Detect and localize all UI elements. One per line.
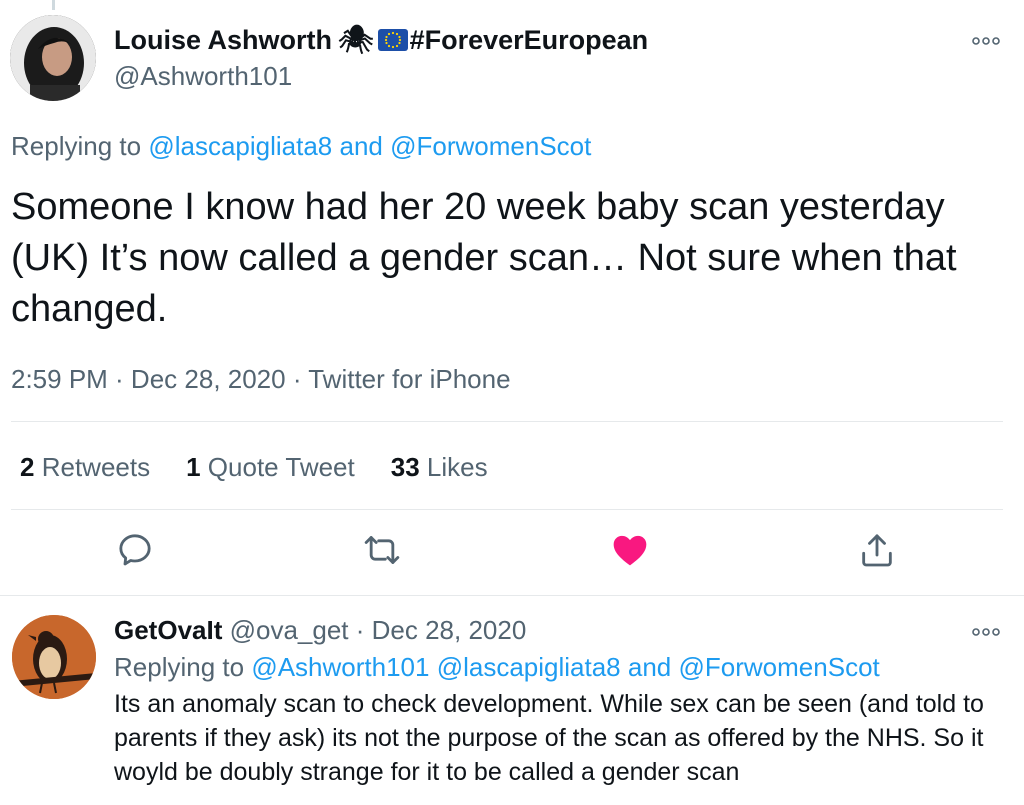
more-options-icon[interactable] [972, 625, 1000, 641]
avatar[interactable] [12, 615, 96, 699]
name-suffix: #ForeverEuropean [409, 25, 649, 55]
replying-and: and [339, 131, 383, 161]
likes-count: 33 [390, 452, 420, 482]
likes-label: Likes [426, 452, 488, 482]
quote-tweets-stat[interactable]: 1 Quote Tweet [186, 450, 355, 484]
divider [0, 595, 1024, 596]
replying-to-line: Replying to @Ashworth101 @lascapigliata8… [114, 650, 880, 684]
reply-tweet[interactable]: GetOvaIt @ova_get · Dec 28, 2020 Replyin… [0, 597, 1024, 805]
eu-flag-icon [377, 29, 408, 51]
like-icon[interactable] [610, 530, 650, 570]
reply-text: Its an anomaly scan to check development… [114, 690, 984, 786]
author-name-line[interactable]: Louise Ashworth 🕷 #ForeverEuropean [114, 22, 648, 58]
mention-link[interactable]: @lascapigliata8 [148, 131, 332, 161]
mention-link[interactable]: @lascapigliata8 [437, 652, 621, 682]
mention-link[interactable]: @Ashworth101 [251, 652, 429, 682]
replying-to-line: Replying to @lascapigliata8 and @Forwome… [11, 130, 591, 162]
author-handle[interactable]: @Ashworth101 [114, 60, 292, 92]
avatar[interactable] [10, 15, 96, 101]
retweets-stat[interactable]: 2 Retweets [20, 450, 150, 484]
mention-link[interactable]: @ForwomenScot [679, 652, 880, 682]
spider-emoji-icon: 🕷 [338, 24, 374, 55]
divider [11, 509, 1003, 510]
quote-tweets-count: 1 [186, 452, 201, 482]
main-tweet: Louise Ashworth 🕷 #ForeverEuropean @Ashw… [0, 0, 1024, 596]
divider [11, 421, 1003, 422]
replying-and: and [627, 652, 672, 682]
mention-link[interactable]: @ForwomenScot [390, 131, 591, 161]
reply-handle-date[interactable]: @ova_get · Dec 28, 2020 [230, 615, 527, 645]
retweets-count: 2 [20, 452, 35, 482]
author-name[interactable]: Louise Ashworth [114, 22, 332, 58]
reply-header: GetOvaIt @ova_get · Dec 28, 2020 [114, 613, 526, 647]
reply-icon[interactable] [115, 530, 155, 570]
tweet-actions-bar [0, 530, 1024, 578]
replying-prefix: Replying to [114, 652, 245, 682]
share-icon[interactable] [857, 530, 897, 570]
quote-tweets-label: Quote Tweet [207, 452, 355, 482]
retweet-icon[interactable] [362, 530, 402, 570]
retweets-label: Retweets [41, 452, 151, 482]
more-options-icon[interactable] [972, 34, 1000, 50]
likes-stat[interactable]: 33 Likes [391, 450, 488, 484]
tweet-stats: 2 Retweets 1 Quote Tweet 33 Likes [20, 450, 524, 484]
tweet-text: Someone I know had her 20 week baby scan… [11, 186, 957, 330]
tweet-timestamp[interactable]: 2:59 PM · Dec 28, 2020 · Twitter for iPh… [11, 363, 511, 395]
reply-author-name[interactable]: GetOvaIt [114, 615, 222, 645]
replying-prefix: Replying to [11, 131, 142, 161]
